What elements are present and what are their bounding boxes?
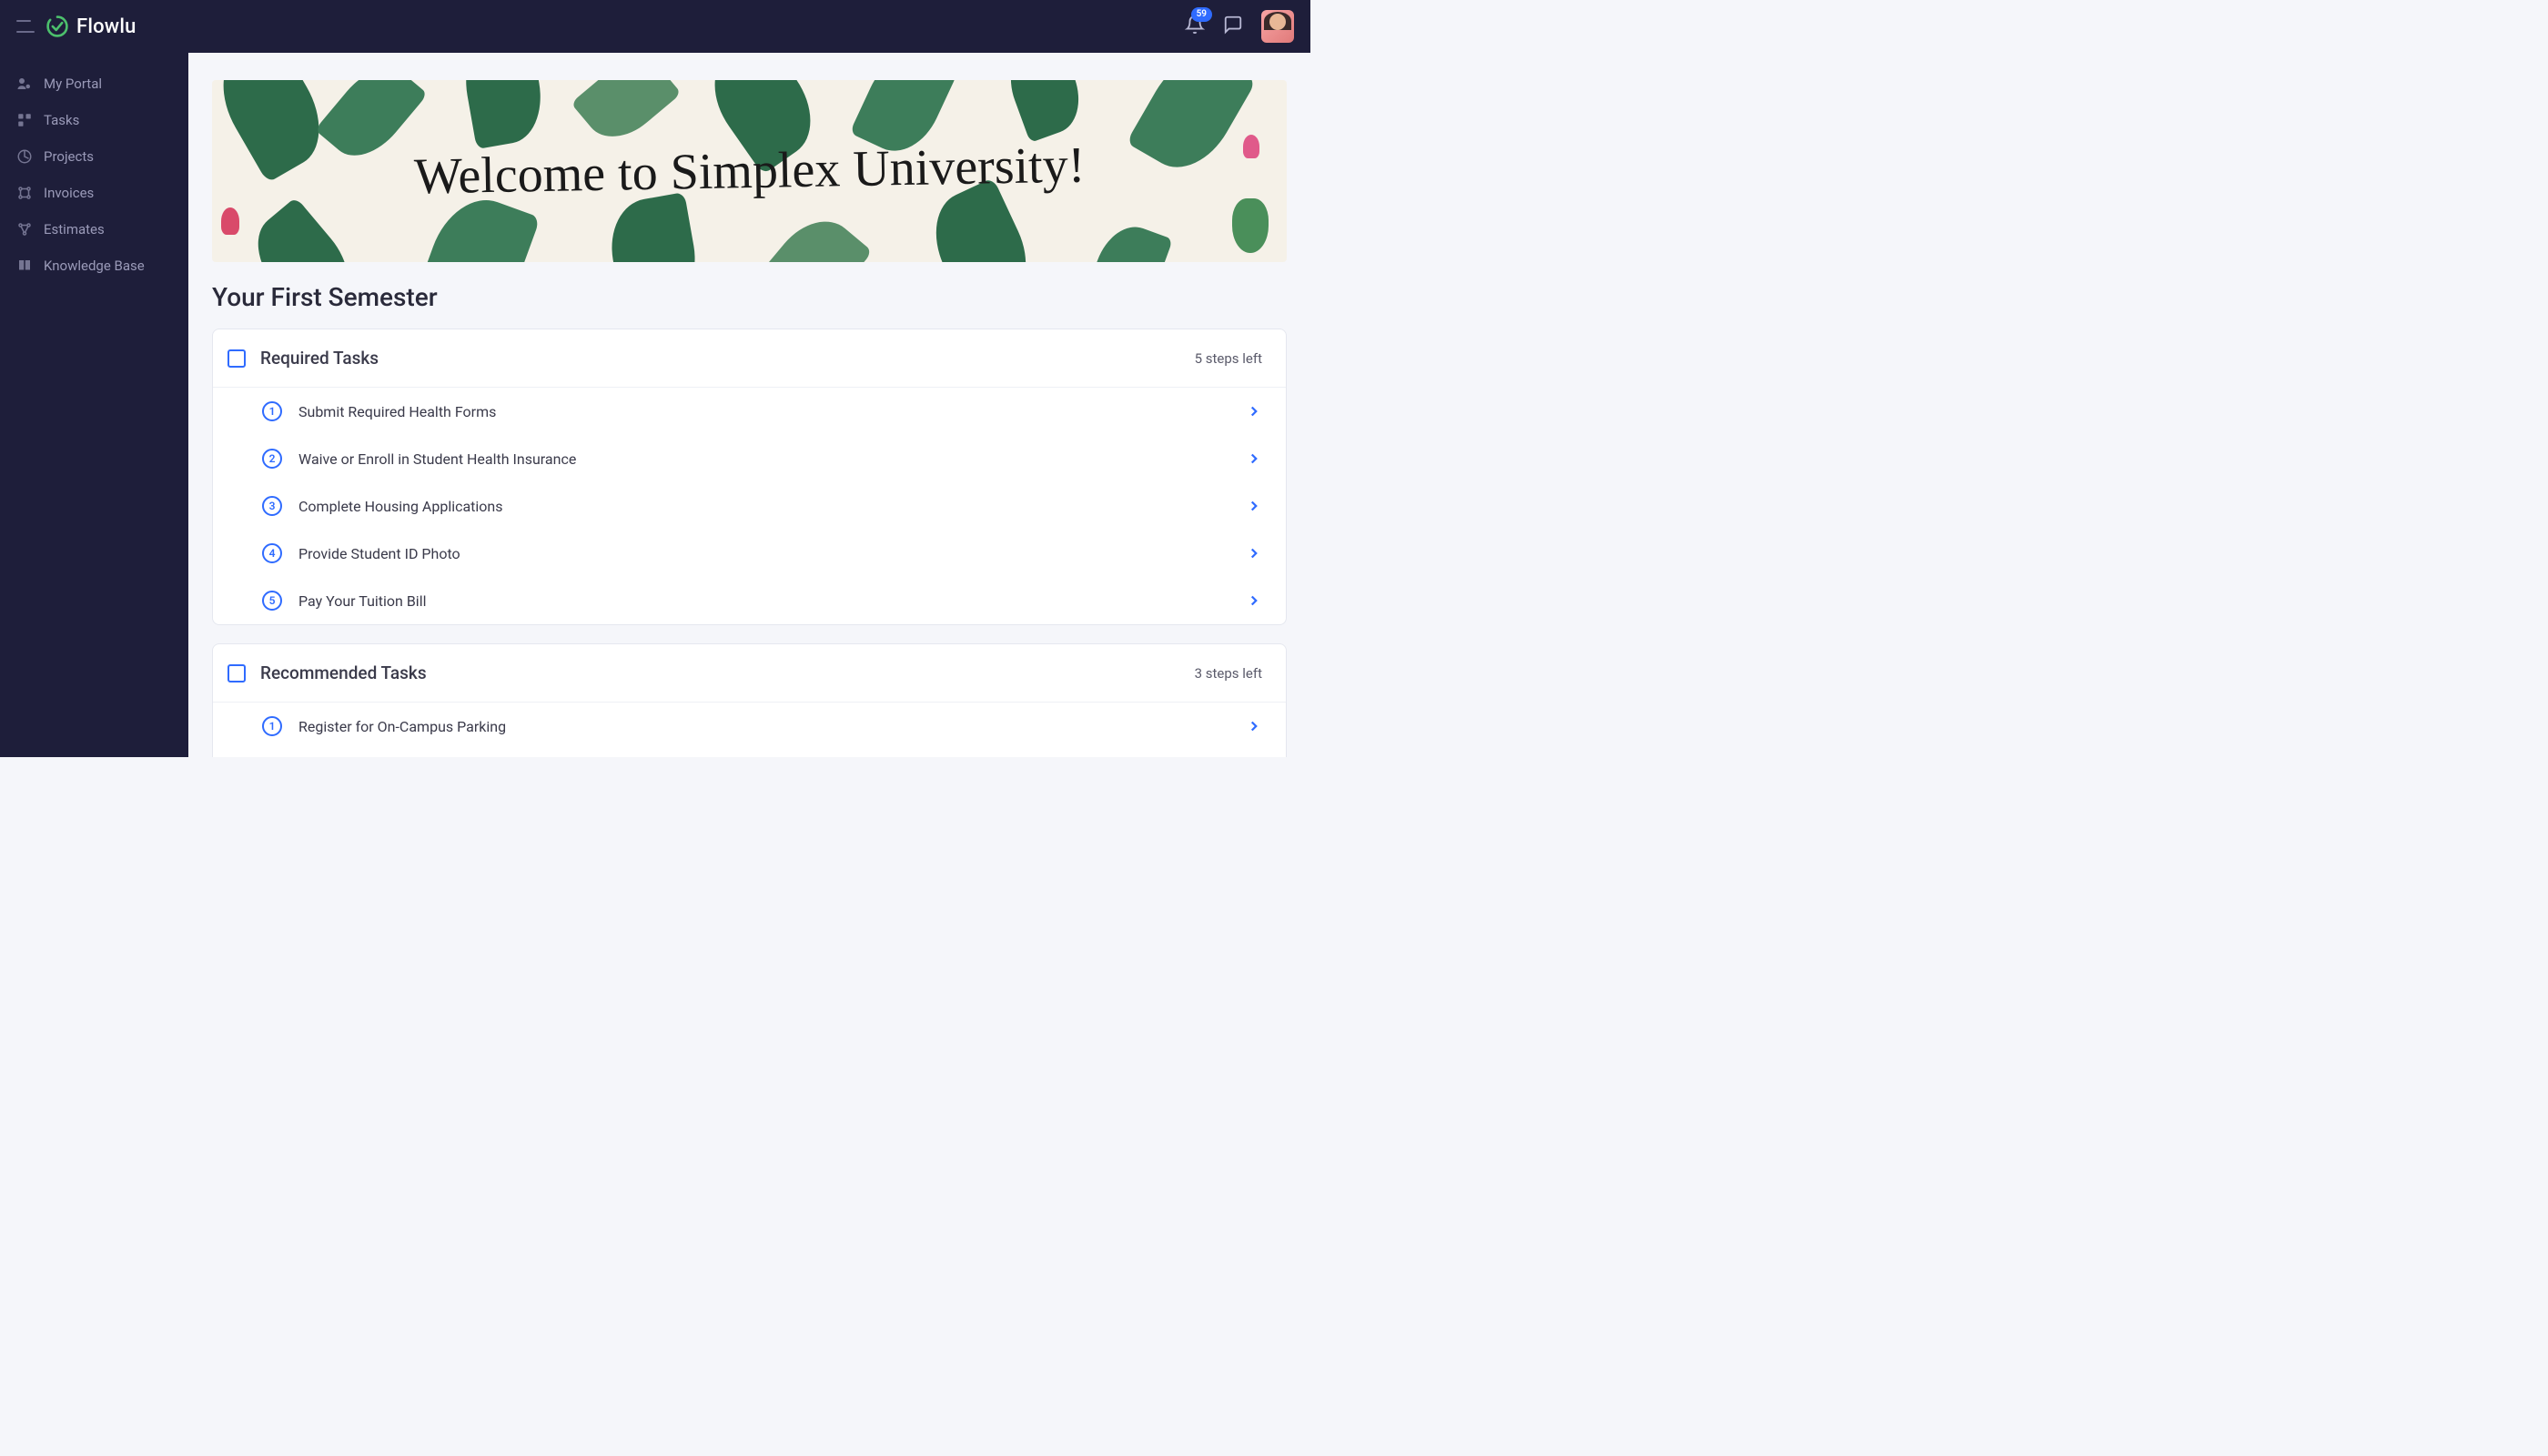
leaf-decoration xyxy=(240,197,366,262)
chevron-right-icon xyxy=(1246,592,1262,609)
leaf-decoration xyxy=(458,80,549,149)
step-number: 1 xyxy=(262,716,282,736)
main-content: Welcome to Simplex University! Your Firs… xyxy=(188,53,1310,757)
leaf-decoration xyxy=(1082,217,1173,262)
step-number: 3 xyxy=(262,496,282,516)
task-label: Provide Student ID Photo xyxy=(298,545,1246,562)
task-section-required: Required Tasks 5 steps left 1 Submit Req… xyxy=(212,329,1287,625)
leaf-decoration xyxy=(999,80,1090,143)
chat-button[interactable] xyxy=(1223,15,1243,38)
task-item[interactable]: 3 Complete Housing Applications xyxy=(213,482,1286,530)
section-title: Required Tasks xyxy=(260,348,1195,369)
flower-decoration xyxy=(221,207,239,235)
book-icon xyxy=(16,258,33,274)
section-header: Recommended Tasks 3 steps left xyxy=(213,644,1286,703)
sidebar-item-label: Tasks xyxy=(44,112,79,128)
chevron-right-icon xyxy=(1246,450,1262,467)
tasks-icon xyxy=(16,112,33,128)
menu-toggle-icon[interactable] xyxy=(16,20,35,33)
sidebar-item-label: My Portal xyxy=(44,76,102,92)
leaf-decoration xyxy=(571,80,682,152)
task-label: Submit Required Health Forms xyxy=(298,403,1246,420)
leaf-decoration xyxy=(1127,80,1257,184)
header-left: Flowlu xyxy=(16,15,136,38)
logo-text: Flowlu xyxy=(76,15,136,38)
task-item[interactable]: 2 Enroll in Tuition Refund Insurance xyxy=(213,750,1286,757)
chat-icon xyxy=(1223,15,1243,35)
section-checkbox[interactable] xyxy=(228,349,246,368)
app-logo[interactable]: Flowlu xyxy=(46,15,136,38)
projects-icon xyxy=(16,148,33,165)
chevron-right-icon xyxy=(1246,545,1262,561)
task-label: Complete Housing Applications xyxy=(298,498,1246,515)
task-label: Register for On-Campus Parking xyxy=(298,718,1246,735)
chevron-right-icon xyxy=(1246,498,1262,514)
content-wrapper: Welcome to Simplex University! Your Firs… xyxy=(188,53,1310,757)
estimates-icon xyxy=(16,221,33,238)
page-title: Your First Semester xyxy=(212,282,1287,312)
welcome-banner: Welcome to Simplex University! xyxy=(212,80,1287,262)
sidebar-item-estimates[interactable]: Estimates xyxy=(0,211,188,248)
task-label: Waive or Enroll in Student Health Insura… xyxy=(298,450,1246,468)
sidebar-item-knowledge-base[interactable]: Knowledge Base xyxy=(0,248,188,284)
step-number: 4 xyxy=(262,543,282,563)
section-title: Recommended Tasks xyxy=(260,662,1195,683)
chevron-right-icon xyxy=(1246,403,1262,420)
task-item[interactable]: 5 Pay Your Tuition Bill xyxy=(213,577,1286,624)
leaf-decoration xyxy=(315,80,428,171)
section-header: Required Tasks 5 steps left xyxy=(213,329,1286,388)
user-avatar[interactable] xyxy=(1261,10,1294,43)
invoices-icon xyxy=(16,185,33,201)
section-checkbox[interactable] xyxy=(228,664,246,682)
sidebar-item-label: Projects xyxy=(44,148,94,165)
steps-remaining: 5 steps left xyxy=(1195,350,1262,367)
leaf-decoration xyxy=(603,192,703,262)
banner-title: Welcome to Simplex University! xyxy=(413,136,1085,207)
notification-badge: 59 xyxy=(1191,7,1212,22)
steps-remaining: 3 steps left xyxy=(1195,665,1262,682)
sidebar: My Portal Tasks Projects Invoices Estima… xyxy=(0,53,188,757)
logo-mark-icon xyxy=(46,15,69,38)
flower-decoration xyxy=(1243,135,1259,158)
leaf-decoration xyxy=(753,205,873,262)
app-header: Flowlu 59 xyxy=(0,0,1310,53)
step-number: 2 xyxy=(262,449,282,469)
chevron-right-icon xyxy=(1246,718,1262,734)
task-item[interactable]: 4 Provide Student ID Photo xyxy=(213,530,1286,577)
sidebar-item-tasks[interactable]: Tasks xyxy=(0,102,188,138)
sidebar-item-invoices[interactable]: Invoices xyxy=(0,175,188,211)
task-section-recommended: Recommended Tasks 3 steps left 1 Registe… xyxy=(212,643,1287,757)
layout: My Portal Tasks Projects Invoices Estima… xyxy=(0,53,1310,757)
sidebar-item-my-portal[interactable]: My Portal xyxy=(0,66,188,102)
sidebar-item-label: Estimates xyxy=(44,221,105,238)
cactus-decoration xyxy=(1232,198,1269,253)
sidebar-item-label: Knowledge Base xyxy=(44,258,145,274)
task-item[interactable]: 2 Waive or Enroll in Student Health Insu… xyxy=(213,435,1286,482)
task-item[interactable]: 1 Submit Required Health Forms xyxy=(213,388,1286,435)
sidebar-item-projects[interactable]: Projects xyxy=(0,138,188,175)
sidebar-item-label: Invoices xyxy=(44,185,94,201)
header-right: 59 xyxy=(1185,10,1294,43)
task-label: Pay Your Tuition Bill xyxy=(298,592,1246,610)
notifications-button[interactable]: 59 xyxy=(1185,15,1205,38)
step-number: 1 xyxy=(262,401,282,421)
task-item[interactable]: 1 Register for On-Campus Parking xyxy=(213,703,1286,750)
portal-icon xyxy=(16,76,33,92)
step-number: 5 xyxy=(262,591,282,611)
